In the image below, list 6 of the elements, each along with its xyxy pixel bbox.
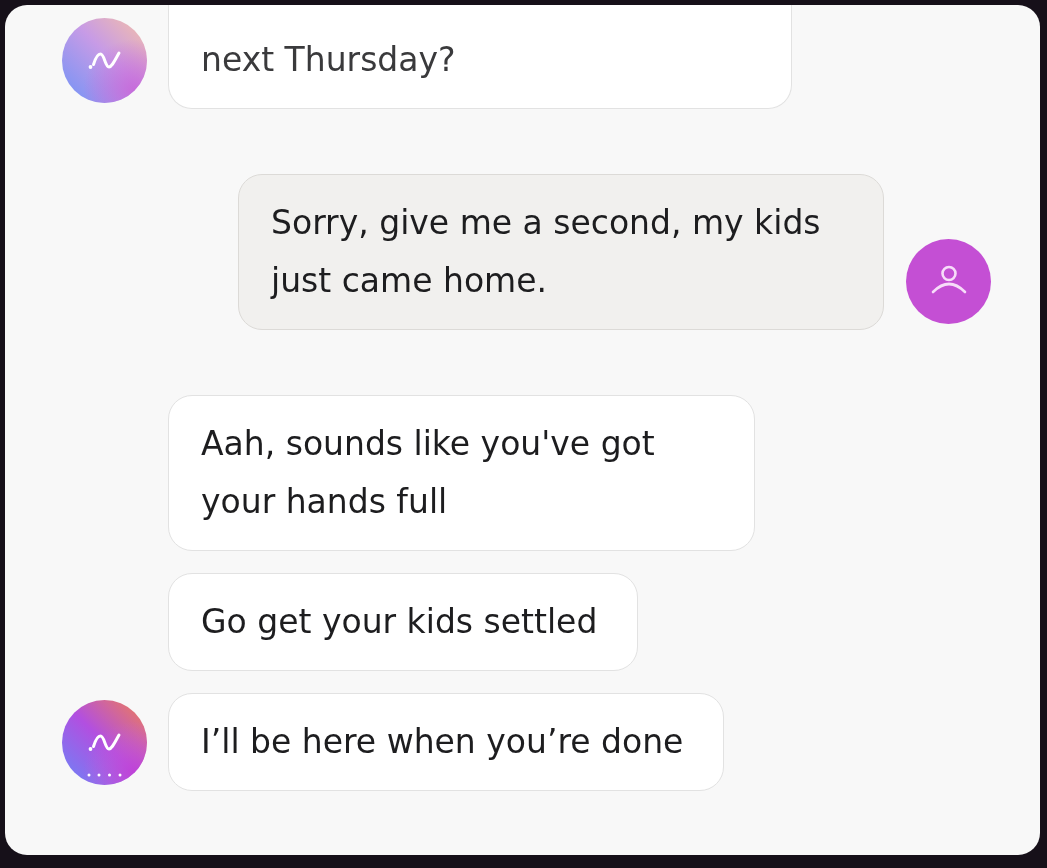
chat-message: Sorry, give me a second, my kids just came home. bbox=[238, 174, 884, 330]
person-avatar-icon bbox=[906, 239, 991, 324]
chat-message: Aah, sounds like you've got your hands full bbox=[168, 395, 755, 551]
chat-message: I’ll be here when you’re done bbox=[168, 693, 725, 791]
chat-message: Go get your kids settled bbox=[168, 573, 639, 671]
chat-message: next Thursday? bbox=[168, 5, 792, 109]
